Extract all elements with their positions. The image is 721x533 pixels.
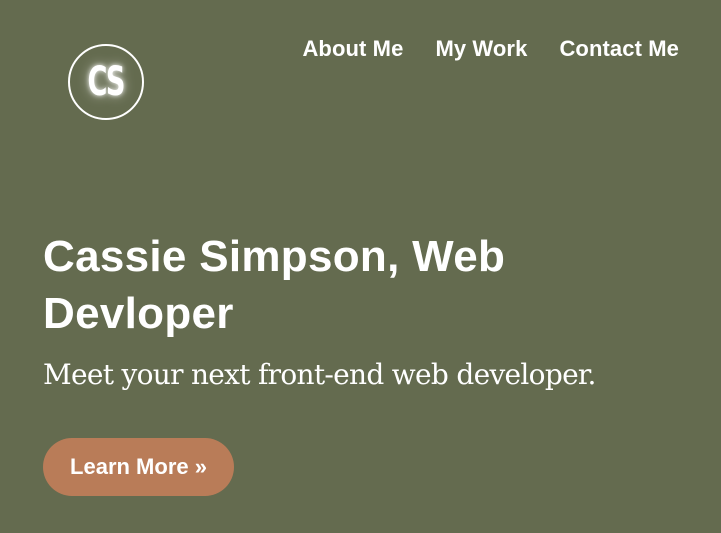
- nav-work-link[interactable]: My Work: [435, 35, 527, 63]
- nav-about-link[interactable]: About Me: [302, 35, 403, 63]
- nav-contact-link[interactable]: Contact Me: [559, 35, 679, 63]
- main-nav: About Me My Work Contact Me: [302, 35, 679, 63]
- hero-title: Cassie Simpson, Web Devloper: [43, 228, 643, 342]
- logo-link[interactable]: CS: [68, 44, 144, 120]
- hero-title-line-2: Devloper: [43, 289, 234, 338]
- logo-monogram: CS: [87, 59, 125, 105]
- page: CS About Me My Work Contact Me Cassie Si…: [0, 0, 721, 533]
- hero-title-line-1: Cassie Simpson, Web: [43, 232, 506, 281]
- hero-subtitle: Meet your next front-end web developer.: [43, 358, 596, 391]
- learn-more-button[interactable]: Learn More »: [43, 438, 234, 496]
